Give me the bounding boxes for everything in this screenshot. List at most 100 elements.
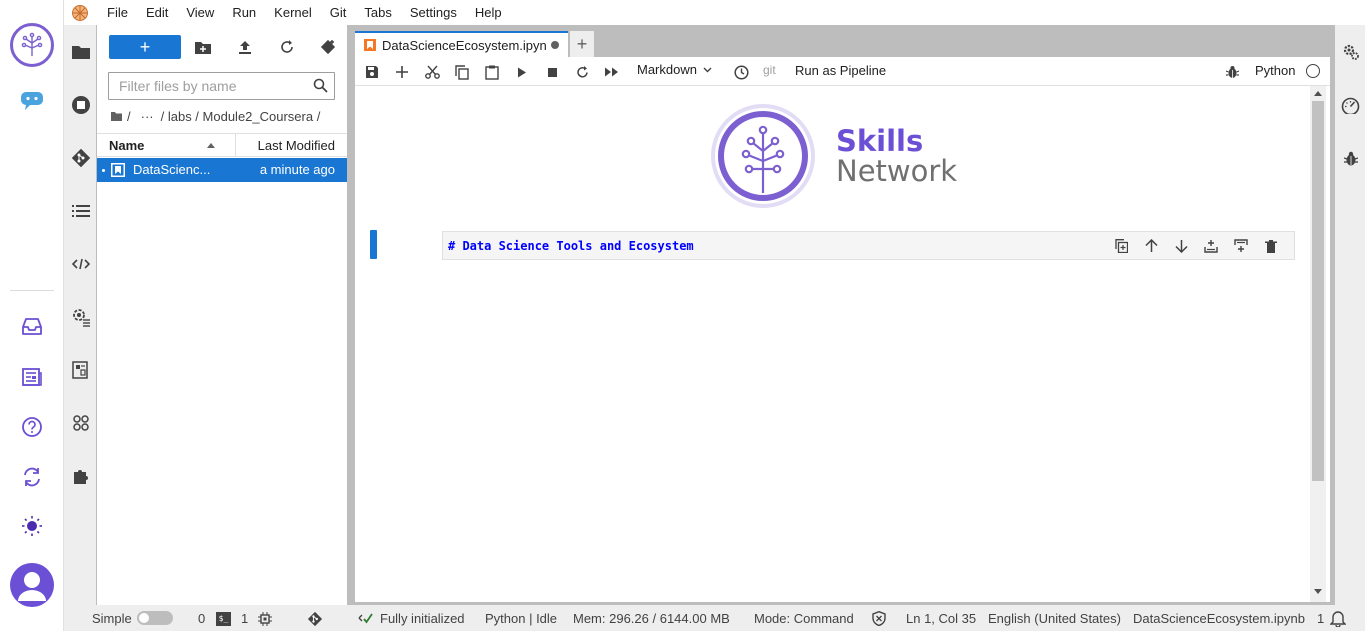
copy-icon[interactable] xyxy=(450,60,474,84)
breadcrumb-ellipsis[interactable]: ··· xyxy=(141,109,154,124)
active-cell-indicator[interactable] xyxy=(370,230,377,259)
stop-icon[interactable] xyxy=(540,60,564,84)
cell-type-value: Markdown xyxy=(637,62,697,77)
lsp-status-text[interactable]: Fully initialized xyxy=(380,611,465,626)
widgets-icon[interactable] xyxy=(64,406,97,440)
add-tab-button[interactable]: + xyxy=(570,31,594,57)
notification-count[interactable]: 1 xyxy=(1317,611,1324,626)
scroll-up-icon[interactable] xyxy=(1314,91,1322,96)
insert-cell-icon[interactable] xyxy=(390,60,414,84)
skills-network-rail xyxy=(0,0,64,631)
menu-view[interactable]: View xyxy=(177,0,223,25)
breadcrumb-path[interactable]: / labs / Module2_Coursera / xyxy=(161,109,321,124)
git-icon[interactable] xyxy=(64,141,97,175)
left-sidebar-tabs xyxy=(64,25,97,605)
column-last-modified[interactable]: Last Modified xyxy=(258,138,335,153)
skills-network-logo-icon[interactable] xyxy=(10,23,54,67)
menu-kernel[interactable]: Kernel xyxy=(265,0,321,25)
property-inspector-icon[interactable] xyxy=(64,300,97,334)
new-folder-icon[interactable] xyxy=(190,35,216,59)
breadcrumb-root[interactable]: / xyxy=(127,109,131,124)
sort-ascending-icon xyxy=(207,143,215,148)
kernel-status-text[interactable]: Python | Idle xyxy=(485,611,557,626)
scroll-down-icon[interactable] xyxy=(1314,589,1322,594)
clock-icon[interactable] xyxy=(729,60,753,84)
command-mode: Mode: Command xyxy=(754,611,854,626)
debugger-bug-icon[interactable] xyxy=(1220,60,1244,84)
user-avatar[interactable] xyxy=(10,563,54,607)
property-inspector-gears-icon[interactable] xyxy=(1335,35,1365,69)
refresh-icon[interactable] xyxy=(274,35,300,59)
menu-tabs[interactable]: Tabs xyxy=(355,0,400,25)
menu-edit[interactable]: Edit xyxy=(137,0,177,25)
notebook-scrollbar[interactable] xyxy=(1310,86,1326,602)
chevron-down-icon xyxy=(703,67,712,73)
file-list-item[interactable]: DataScienc... a minute ago xyxy=(97,158,347,182)
running-kernels-icon[interactable] xyxy=(64,88,97,122)
run-as-pipeline-button[interactable]: Run as Pipeline xyxy=(795,63,886,78)
language-setting[interactable]: English (United States) xyxy=(988,611,1121,626)
jupyter-logo-icon xyxy=(65,0,95,25)
new-launcher-button[interactable]: + xyxy=(109,35,181,59)
column-divider[interactable] xyxy=(235,134,236,157)
move-down-icon[interactable] xyxy=(1166,235,1196,257)
unsaved-dot-icon[interactable] xyxy=(550,41,559,49)
kernel-name[interactable]: Python xyxy=(1255,63,1295,78)
file-filter-box xyxy=(108,72,335,100)
kernels-count[interactable]: 1 xyxy=(241,611,248,626)
extension-panel-icon[interactable] xyxy=(64,353,97,387)
help-icon[interactable] xyxy=(17,412,47,442)
scrollbar-thumb[interactable] xyxy=(1312,101,1324,481)
inbox-icon[interactable] xyxy=(17,312,47,342)
move-up-icon[interactable] xyxy=(1136,235,1166,257)
menu-settings[interactable]: Settings xyxy=(401,0,466,25)
cut-icon[interactable] xyxy=(420,60,444,84)
search-icon xyxy=(313,78,328,96)
upload-icon[interactable] xyxy=(232,35,258,59)
menu-git[interactable]: Git xyxy=(321,0,356,25)
git-status-icon[interactable] xyxy=(307,611,323,630)
markdown-cell-editor[interactable]: # Data Science Tools and Ecosystem xyxy=(442,231,1295,260)
file-browser: + / ··· / labs / Module2_Coursera / Name… xyxy=(97,25,347,605)
cell-source[interactable]: # Data Science Tools and Ecosystem xyxy=(448,239,694,253)
column-name[interactable]: Name xyxy=(109,138,144,153)
home-folder-icon[interactable] xyxy=(111,109,122,124)
debugger-panel-icon[interactable] xyxy=(1335,141,1365,175)
insert-above-icon[interactable] xyxy=(1196,235,1226,257)
cell-type-select[interactable]: Markdown xyxy=(637,62,712,77)
theme-sun-icon[interactable] xyxy=(17,511,47,541)
sync-icon[interactable] xyxy=(17,462,47,492)
resource-gauge-icon[interactable] xyxy=(1335,88,1365,122)
chat-icon[interactable] xyxy=(17,86,47,116)
git-clone-icon[interactable] xyxy=(315,35,341,59)
restart-run-all-icon[interactable] xyxy=(600,60,624,84)
menu-run[interactable]: Run xyxy=(223,0,265,25)
folder-icon[interactable] xyxy=(64,35,97,69)
notification-bell-icon[interactable] xyxy=(1329,610,1347,630)
run-icon[interactable] xyxy=(510,60,534,84)
duplicate-cell-icon[interactable] xyxy=(1106,235,1136,257)
security-shield-icon[interactable] xyxy=(872,610,886,629)
cursor-position[interactable]: Ln 1, Col 35 xyxy=(906,611,976,626)
paste-icon[interactable] xyxy=(480,60,504,84)
save-icon[interactable] xyxy=(360,60,384,84)
tab-notebook[interactable]: DataScienceEcosystem.ipyn xyxy=(355,31,568,57)
terminal-icon[interactable]: $_ xyxy=(216,612,231,626)
delete-cell-icon[interactable] xyxy=(1256,235,1286,257)
kernel-chip-icon[interactable] xyxy=(258,612,272,629)
menu-file[interactable]: File xyxy=(98,0,137,25)
lsp-status-icon[interactable] xyxy=(358,612,374,629)
terminals-count[interactable]: 0 xyxy=(198,611,205,626)
menu-help[interactable]: Help xyxy=(466,0,511,25)
git-label[interactable]: git xyxy=(763,63,776,77)
breadcrumb: / ··· / labs / Module2_Coursera / xyxy=(111,107,320,125)
puzzle-extension-icon[interactable] xyxy=(64,459,97,493)
table-of-contents-icon[interactable] xyxy=(64,194,97,228)
banner-network-text: Network xyxy=(836,154,958,188)
file-filter-input[interactable] xyxy=(109,73,309,99)
restart-kernel-icon[interactable] xyxy=(570,60,594,84)
insert-below-icon[interactable] xyxy=(1226,235,1256,257)
simple-mode-toggle[interactable] xyxy=(137,611,173,625)
code-icon[interactable] xyxy=(64,247,97,281)
news-icon[interactable] xyxy=(17,362,47,392)
